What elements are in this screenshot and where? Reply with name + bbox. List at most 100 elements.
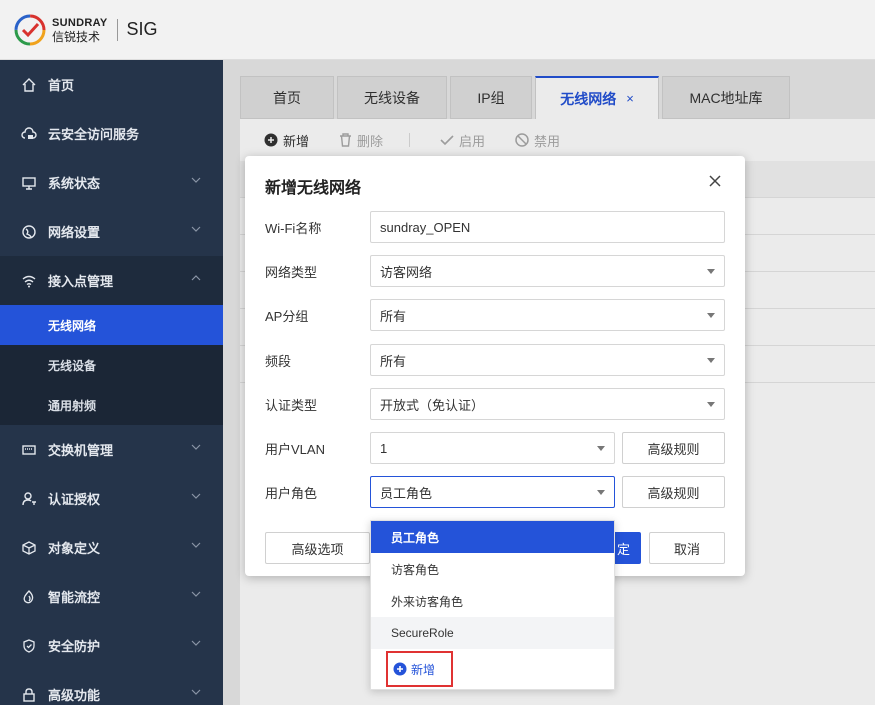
add-wireless-network-dialog: 新增无线网络 Wi-Fi名称 sundray_OPEN 网络类型 访客网络 AP… (245, 156, 745, 576)
sidebar-subitem-wireless-device[interactable]: 无线设备 (0, 345, 223, 385)
advanced-options-button[interactable]: 高级选项 (265, 532, 370, 564)
chevron-down-icon (191, 444, 201, 450)
role-option[interactable]: 访客角色 (371, 553, 614, 585)
brand-name-en: SUNDRAY (52, 16, 108, 29)
role-option[interactable]: SecureRole (371, 617, 614, 649)
cancel-button[interactable]: 取消 (649, 532, 725, 564)
network-type-row: 网络类型 访客网络 (265, 255, 725, 287)
ssid-input[interactable]: sundray_OPEN (370, 211, 725, 243)
sidebar-item-label: 高级功能 (48, 688, 101, 703)
sidebar-item-label: 网络设置 (48, 225, 101, 240)
ap-management-submenu: 无线网络 无线设备 通用射频 (0, 305, 223, 425)
network-type-value: 访客网络 (380, 264, 433, 280)
ap-group-label: AP分组 (265, 308, 309, 324)
auth-type-row: 认证类型 开放式（免认证） (265, 388, 725, 420)
sidebar-item-cloud-security[interactable]: 云安全访问服务 (0, 109, 223, 158)
chevron-down-icon (191, 226, 201, 232)
role-label: 用户角色 (265, 485, 318, 501)
ssid-label: Wi-Fi名称 (265, 220, 322, 236)
auth-type-value: 开放式（免认证） (380, 397, 485, 413)
sidebar-item-label: 对象定义 (48, 541, 101, 556)
switch-icon (20, 441, 38, 459)
top-header: SUNDRAY 信锐技术 SIG (0, 0, 875, 60)
sidebar-item-network-settings[interactable]: 网络设置 (0, 207, 223, 256)
add-role-button[interactable]: 新增 (386, 651, 453, 687)
sundray-logo-icon (14, 14, 46, 45)
sidebar-item-label: 安全防护 (48, 639, 101, 654)
cube-icon (20, 539, 38, 557)
caret-down-icon (707, 358, 715, 363)
wifi-icon (20, 272, 38, 290)
band-select[interactable]: 所有 (370, 344, 725, 376)
sidebar-item-flow-control[interactable]: 智能流控 (0, 572, 223, 621)
network-type-select[interactable]: 访客网络 (370, 255, 725, 287)
sidebar-subitem-wireless-network[interactable]: 无线网络 (0, 305, 223, 345)
sidebar-item-auth[interactable]: 认证授权 (0, 474, 223, 523)
auth-type-select[interactable]: 开放式（免认证） (370, 388, 725, 420)
chevron-up-icon (191, 275, 201, 281)
sidebar-item-security[interactable]: 安全防护 (0, 621, 223, 670)
band-label: 频段 (265, 353, 292, 369)
sidebar-item-label: 接入点管理 (48, 274, 114, 289)
role-dropdown-menu: 员工角色 访客角色 外来访客角色 SecureRole 新增 (370, 520, 615, 690)
caret-down-icon (597, 490, 605, 495)
sidebar-item-label: 交换机管理 (48, 443, 114, 458)
sidebar-item-label: 首页 (48, 78, 75, 93)
chevron-down-icon (191, 177, 201, 183)
role-advanced-rule-button[interactable]: 高级规则 (622, 476, 725, 508)
sidebar-item-system-status[interactable]: 系统状态 (0, 158, 223, 207)
chevron-down-icon (191, 542, 201, 548)
sidebar-item-ap-management[interactable]: 接入点管理 (0, 256, 223, 305)
ap-group-value: 所有 (380, 308, 407, 324)
caret-down-icon (707, 269, 715, 274)
user-key-icon (20, 490, 38, 508)
vlan-advanced-rule-button[interactable]: 高级规则 (622, 432, 725, 464)
sidebar-item-switch-management[interactable]: 交换机管理 (0, 425, 223, 474)
vlan-select[interactable]: 1 (370, 432, 615, 464)
chevron-down-icon (191, 689, 201, 695)
product-name: SIG (126, 19, 158, 39)
dialog-title: 新增无线网络 (265, 180, 362, 197)
logo-divider (117, 18, 119, 41)
brand-name-cn: 信锐技术 (52, 29, 101, 44)
ssid-row: Wi-Fi名称 sundray_OPEN (265, 211, 725, 243)
sidebar-item-label: 系统状态 (48, 176, 101, 191)
cloud-lock-icon (20, 125, 38, 143)
chevron-down-icon (191, 591, 201, 597)
vlan-value: 1 (380, 440, 388, 456)
sidebar-subitem-common-radio[interactable]: 通用射频 (0, 385, 223, 425)
lock-icon (20, 686, 38, 704)
sidebar-item-label: 云安全访问服务 (48, 127, 140, 142)
vlan-label: 用户VLAN (265, 441, 325, 457)
band-row: 频段 所有 (265, 344, 725, 376)
shield-icon (20, 637, 38, 655)
caret-down-icon (597, 446, 605, 451)
network-type-label: 网络类型 (265, 264, 318, 280)
monitor-icon (20, 174, 38, 192)
sidebar-item-home[interactable]: 首页 (0, 60, 223, 109)
globe-icon (20, 223, 38, 241)
home-icon (20, 76, 38, 94)
add-role-label: 新增 (411, 662, 436, 677)
role-value: 员工角色 (380, 485, 433, 501)
brand-logo: SUNDRAY 信锐技术 SIG (12, 12, 158, 48)
auth-type-label: 认证类型 (265, 397, 318, 413)
plus-circle-icon (393, 662, 407, 676)
flow-icon (20, 588, 38, 606)
ap-group-select[interactable]: 所有 (370, 299, 725, 331)
band-value: 所有 (380, 353, 407, 369)
role-option[interactable]: 员工角色 (371, 521, 614, 553)
sidebar-item-label: 认证授权 (48, 492, 101, 507)
caret-down-icon (707, 313, 715, 318)
close-icon[interactable] (707, 173, 723, 189)
role-option[interactable]: 外来访客角色 (371, 585, 614, 617)
ap-group-row: AP分组 所有 (265, 299, 725, 331)
chevron-down-icon (191, 493, 201, 499)
sidebar-nav: 首页 云安全访问服务 系统状态 网络设置 接入点管理 无线网络 无线设备 通用射… (0, 60, 223, 705)
sidebar-item-object-definition[interactable]: 对象定义 (0, 523, 223, 572)
sidebar-item-label: 智能流控 (48, 590, 101, 605)
role-select[interactable]: 员工角色 (370, 476, 615, 508)
sidebar-item-advanced[interactable]: 高级功能 (0, 670, 223, 705)
chevron-down-icon (191, 640, 201, 646)
caret-down-icon (707, 402, 715, 407)
